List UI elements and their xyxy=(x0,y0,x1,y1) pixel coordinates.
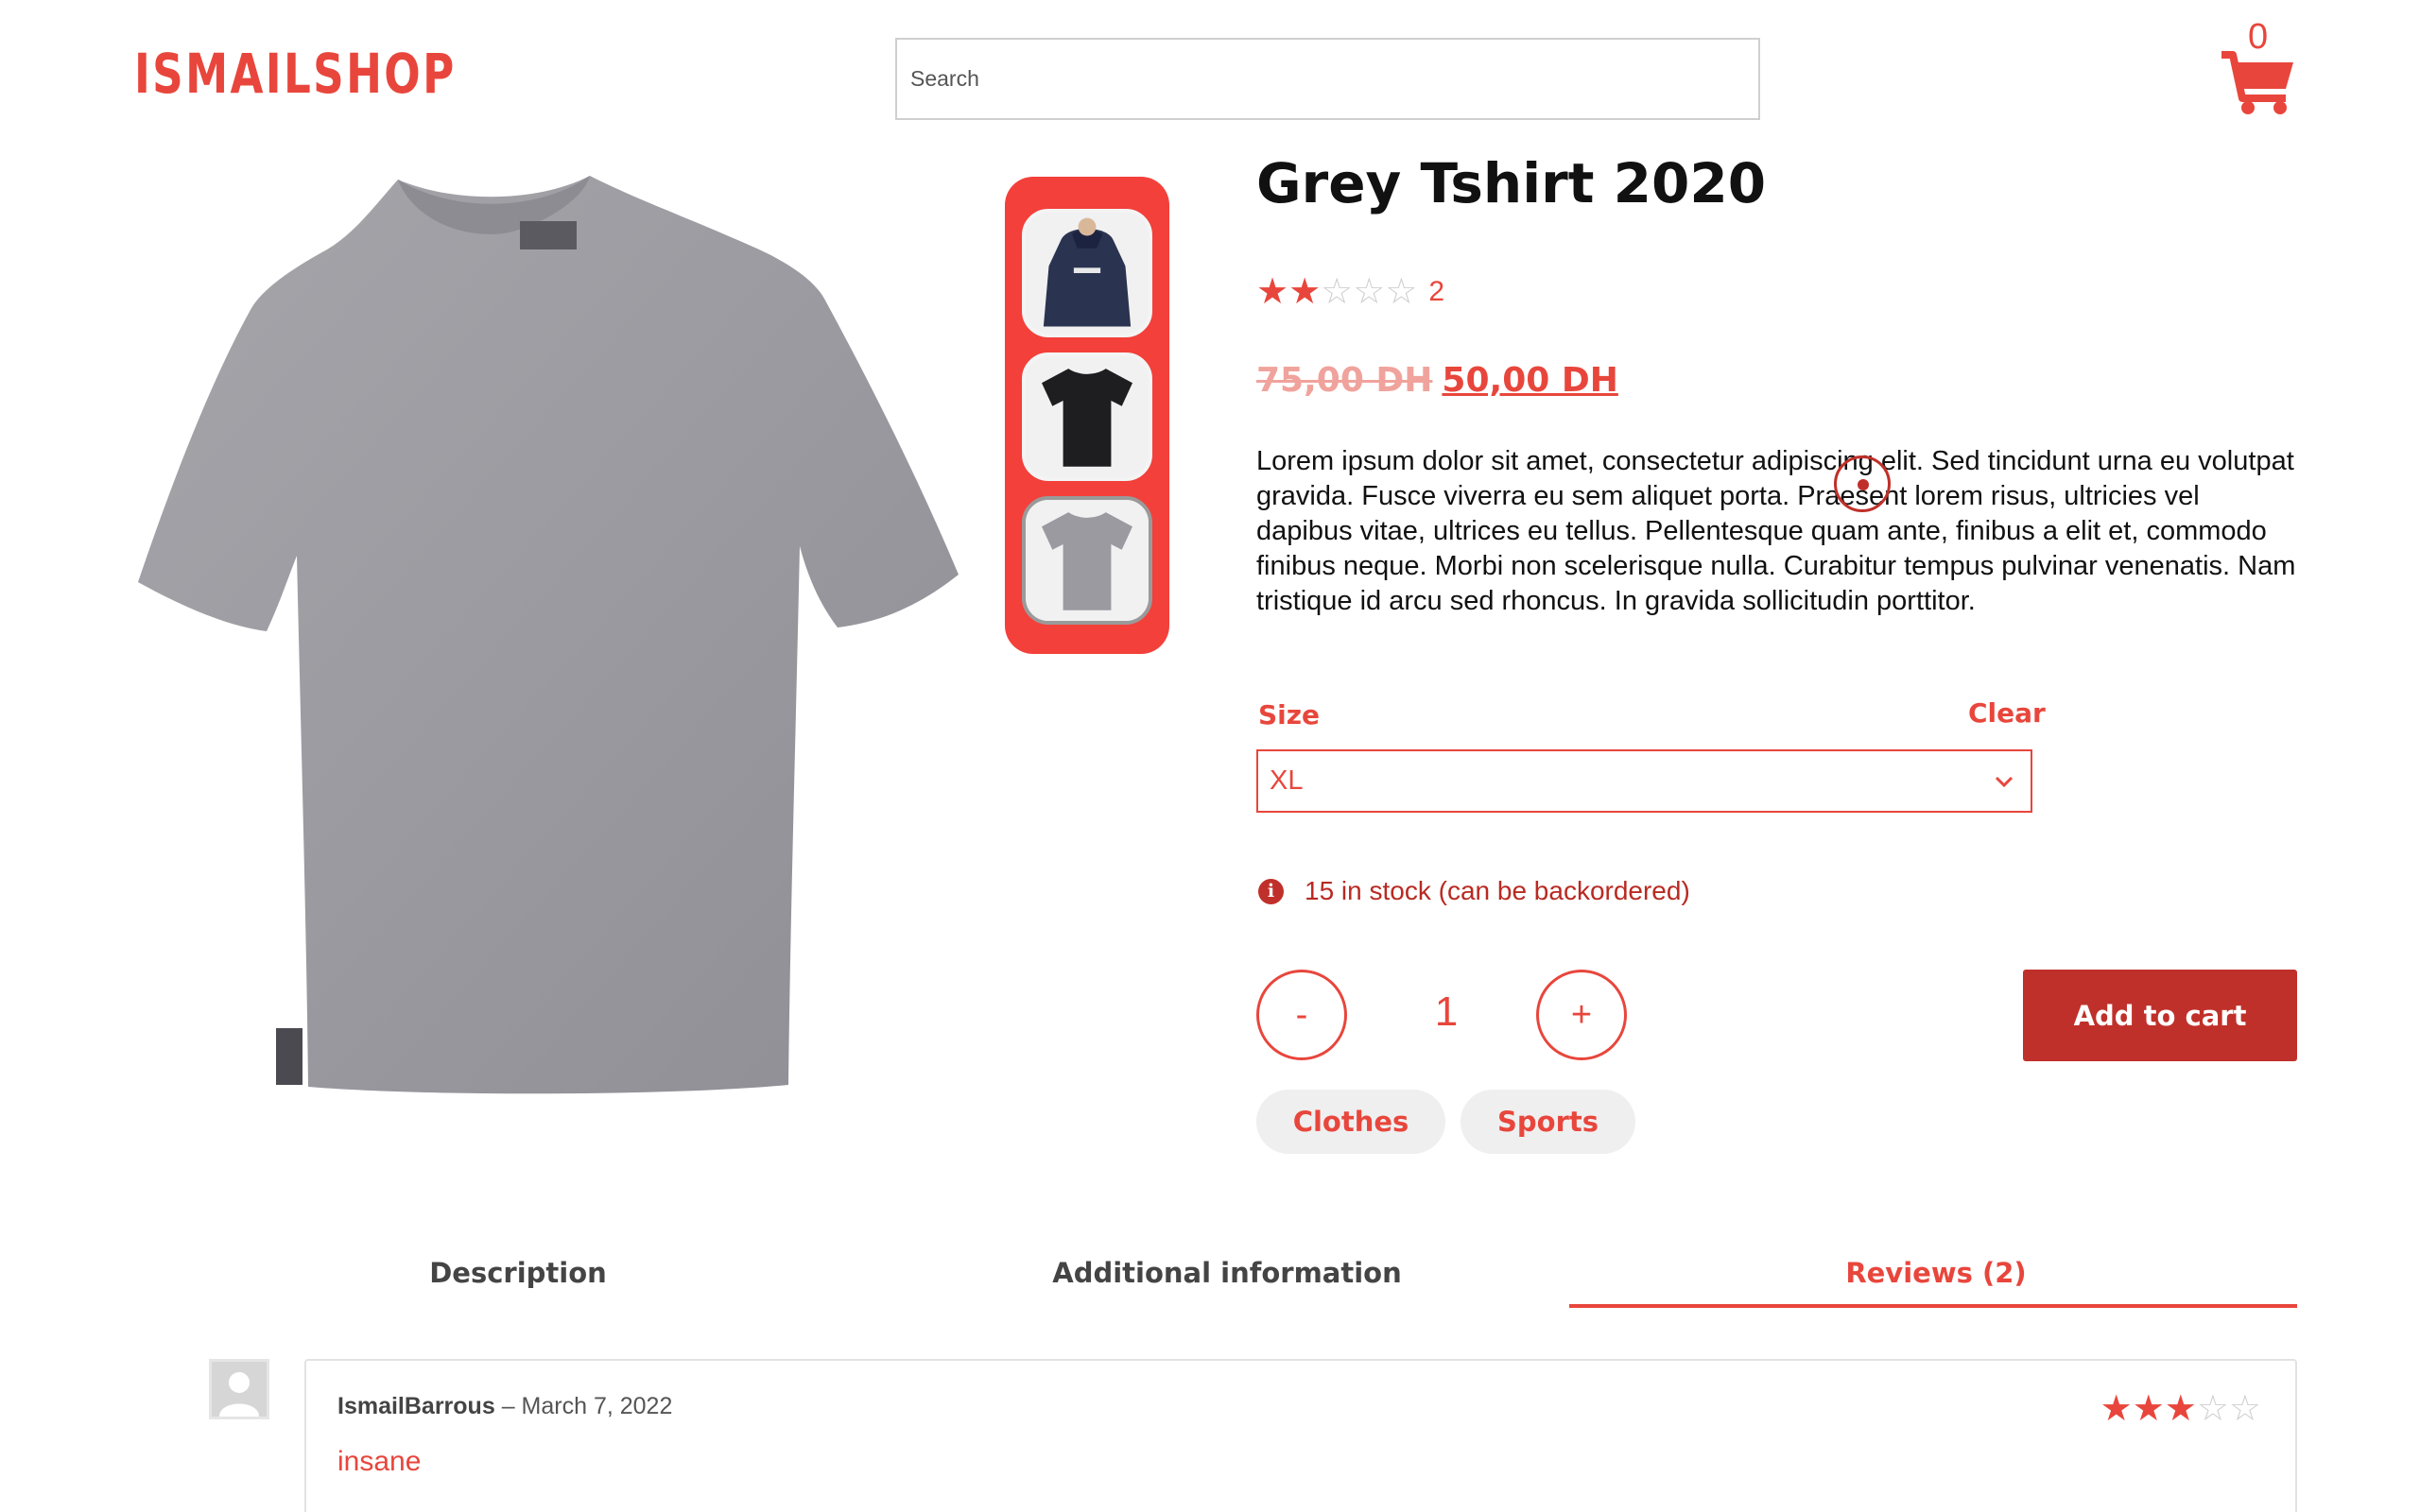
tag-sports[interactable]: Sports xyxy=(1461,1090,1635,1154)
star-icon: ★ xyxy=(2164,1389,2197,1429)
tab-additional-information[interactable]: Additional information xyxy=(868,1257,1586,1289)
size-select[interactable]: XL xyxy=(1256,749,2032,813)
star-icon: ★ xyxy=(1256,272,1289,312)
info-icon: i xyxy=(1258,878,1284,904)
active-tab-indicator xyxy=(1569,1304,2297,1308)
size-select-value: XL xyxy=(1270,765,1304,796)
tab-description[interactable]: Description xyxy=(159,1257,877,1289)
size-label: Size xyxy=(1258,699,1321,730)
old-price: 75,00 DH xyxy=(1256,361,1433,400)
review-text: insane xyxy=(337,1446,422,1477)
star-empty-icon: ☆ xyxy=(1321,272,1354,312)
chevron-down-icon xyxy=(1995,776,2014,788)
star-icon: ★ xyxy=(2100,1389,2133,1429)
search-input[interactable] xyxy=(895,38,1760,120)
cursor-indicator xyxy=(1834,455,1891,512)
review-author: IsmailBarrous xyxy=(337,1393,495,1419)
site-logo[interactable]: ISMAILSHOP xyxy=(134,42,457,106)
thumbnail-black-tshirt[interactable] xyxy=(1022,352,1152,481)
rating-count-link[interactable]: 2 xyxy=(1428,276,1444,308)
price: 75,00 DH 50,00 DH xyxy=(1256,361,1618,400)
product-rating: ★ ★ ☆ ☆ ☆ 2 xyxy=(1256,274,1444,310)
review-item: IsmailBarrous – March 7, 2022 insane ★ ★… xyxy=(304,1359,2297,1512)
main-product-image[interactable] xyxy=(138,159,960,1094)
star-empty-icon: ☆ xyxy=(2228,1389,2261,1429)
thumbnail-grey-tshirt[interactable] xyxy=(1022,496,1152,625)
product-description: Lorem ipsum dolor sit amet, consectetur … xyxy=(1256,446,2296,616)
star-empty-icon: ☆ xyxy=(1353,272,1386,312)
stock-text: 15 in stock (can be backordered) xyxy=(1305,876,1690,905)
product-title: Grey Tshirt 2020 xyxy=(1256,151,1767,215)
star-icon: ★ xyxy=(1288,272,1322,312)
clear-selection-link[interactable]: Clear xyxy=(1968,697,2046,729)
cart-icon[interactable] xyxy=(2220,21,2295,115)
avatar xyxy=(209,1359,269,1419)
star-icon: ★ xyxy=(2132,1389,2165,1429)
star-empty-icon: ☆ xyxy=(2196,1389,2229,1429)
star-empty-icon: ☆ xyxy=(1385,272,1418,312)
review-date: March 7, 2022 xyxy=(521,1393,673,1419)
tag-clothes[interactable]: Clothes xyxy=(1256,1090,1445,1154)
review-rating: ★ ★ ★ ☆ ☆ xyxy=(2100,1387,2261,1430)
review-meta: IsmailBarrous – March 7, 2022 xyxy=(337,1393,672,1420)
sale-price: 50,00 DH xyxy=(1442,361,1618,400)
thumbnail-navy-hoodie[interactable] xyxy=(1022,209,1152,337)
thumbnail-strip xyxy=(1005,177,1169,654)
quantity-minus-button[interactable]: - xyxy=(1256,970,1347,1060)
stock-status: i 15 in stock (can be backordered) xyxy=(1258,876,1690,906)
quantity-plus-button[interactable]: + xyxy=(1536,970,1627,1060)
review-separator: – xyxy=(494,1393,522,1419)
quantity-value[interactable]: 1 xyxy=(1418,988,1475,1036)
tab-reviews[interactable]: Reviews (2) xyxy=(1577,1257,2295,1289)
add-to-cart-button[interactable]: Add to cart xyxy=(2023,970,2297,1061)
